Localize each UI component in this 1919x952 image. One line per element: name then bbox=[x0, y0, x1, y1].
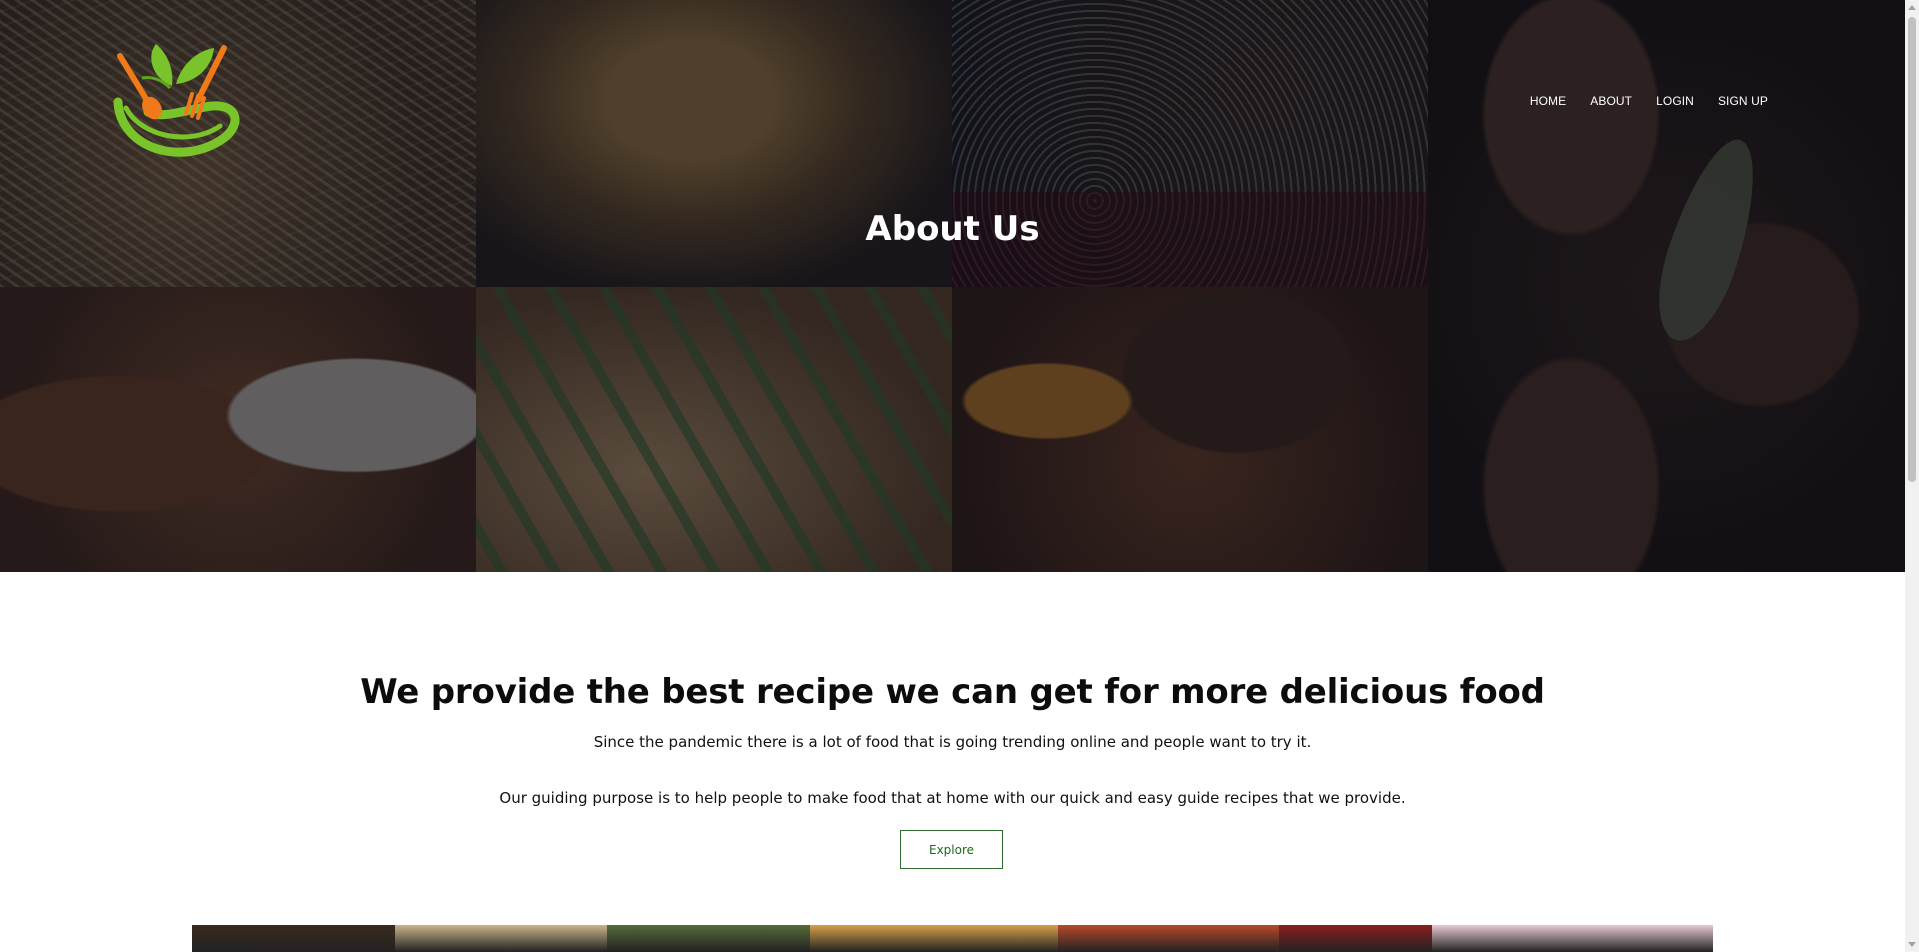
bowl-leaf-utensils-logo-icon bbox=[113, 44, 240, 157]
gallery-image[interactable] bbox=[1432, 925, 1713, 952]
gallery-image[interactable] bbox=[607, 925, 810, 952]
food-gallery-strip bbox=[192, 925, 1713, 952]
gallery-image[interactable] bbox=[1279, 925, 1432, 952]
gallery-image[interactable] bbox=[810, 925, 1058, 952]
nav-signup-link[interactable]: SIGN UP bbox=[1718, 93, 1768, 109]
gallery-image[interactable] bbox=[395, 925, 607, 952]
nav-about-link[interactable]: ABOUT bbox=[1590, 93, 1632, 109]
logo[interactable] bbox=[112, 38, 252, 166]
about-paragraph-2: Our guiding purpose is to help people to… bbox=[499, 789, 1406, 807]
scroll-down-arrow-icon[interactable] bbox=[1908, 942, 1916, 947]
hero-dark-overlay bbox=[0, 0, 1905, 572]
about-section: We provide the best recipe we can get fo… bbox=[0, 572, 1905, 952]
about-heading: We provide the best recipe we can get fo… bbox=[360, 672, 1545, 712]
explore-button[interactable]: Explore bbox=[900, 830, 1003, 869]
gallery-image[interactable] bbox=[192, 925, 395, 952]
nav-home-link[interactable]: HOME bbox=[1530, 93, 1566, 109]
page-title: About Us bbox=[865, 209, 1040, 249]
hero-banner: HOME ABOUT LOGIN SIGN UP About Us bbox=[0, 0, 1905, 572]
about-paragraph-1: Since the pandemic there is a lot of foo… bbox=[593, 733, 1312, 751]
scroll-up-arrow-icon[interactable] bbox=[1908, 5, 1916, 10]
page: HOME ABOUT LOGIN SIGN UP About Us We pro… bbox=[0, 0, 1905, 952]
gallery-image[interactable] bbox=[1058, 925, 1279, 952]
nav-login-link[interactable]: LOGIN bbox=[1656, 93, 1694, 109]
main-nav: HOME ABOUT LOGIN SIGN UP bbox=[1530, 93, 1768, 109]
vertical-scrollbar[interactable] bbox=[1905, 0, 1919, 952]
scrollbar-thumb[interactable] bbox=[1908, 17, 1916, 482]
